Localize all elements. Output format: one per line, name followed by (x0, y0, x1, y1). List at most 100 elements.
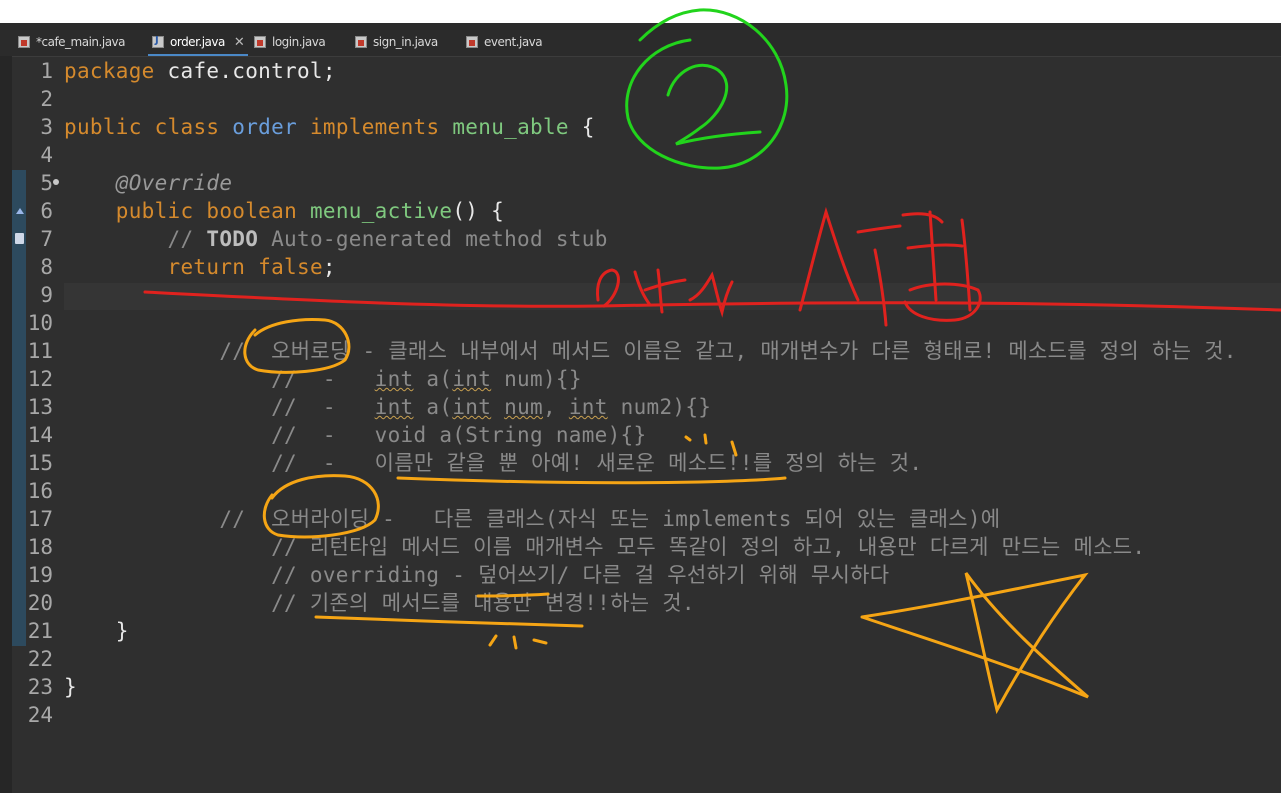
tab-event[interactable]: event.java (466, 32, 543, 52)
code-line[interactable]: 20 // 기존의 메서드를 내용만 변경!!하는 것. (26, 589, 1281, 617)
code-text: @Override (64, 169, 232, 197)
code-text: // TODO Auto-generated method stub (64, 225, 608, 253)
tab-sign-in[interactable]: sign_in.java (355, 32, 438, 52)
code-token: public (64, 115, 142, 139)
code-editor[interactable]: 1 package cafe.control; 2 3 public class ord… (26, 56, 1281, 793)
code-token: int (452, 395, 492, 419)
tab-cafe-main[interactable]: *cafe_main.java (18, 32, 126, 52)
code-text: // 오버로딩 - 클래스 내부에서 메서드 이름은 같고, 매개변수가 다른 … (64, 337, 1237, 365)
code-line[interactable]: 12 // - int a(int num){} (26, 365, 1281, 393)
line-number: 11 (27, 339, 53, 363)
code-text: public class order implements menu_able … (64, 113, 595, 141)
line-number: 19 (27, 563, 53, 587)
code-text: // - void a(String name){} (64, 421, 646, 449)
code-token: // - (271, 395, 375, 419)
code-line[interactable]: 15 // - 이름만 같을 뿐 아예! 새로운 메소드!!를 정의 하는 것. (26, 449, 1281, 477)
code-line[interactable]: 16 (26, 477, 1281, 505)
code-line[interactable]: 24 (26, 701, 1281, 729)
code-line[interactable]: 4 (26, 141, 1281, 169)
code-line[interactable]: 5 @Override (26, 169, 1281, 197)
code-line[interactable]: 23} (26, 673, 1281, 701)
code-token: return (167, 255, 246, 279)
code-token: a( (413, 367, 453, 391)
code-line[interactable]: 14 // - void a(String name){} (26, 421, 1281, 449)
code-line[interactable]: 9 (26, 281, 1281, 309)
code-line[interactable]: 21 } (26, 617, 1281, 645)
code-token: public (115, 199, 194, 223)
code-text: } (64, 673, 77, 701)
line-number: 23 (27, 675, 53, 699)
line-number: 5 (40, 171, 53, 195)
fold-collapse-icon[interactable] (53, 179, 59, 185)
line-number: 6 (40, 199, 53, 223)
code-line[interactable]: 3 public class order implements menu_able… (26, 113, 1281, 141)
line-number: 21 (27, 619, 53, 643)
line-number: 18 (27, 535, 53, 559)
code-token: } (64, 675, 77, 699)
line-number: 7 (40, 227, 53, 251)
code-token: int (374, 395, 414, 419)
code-line[interactable]: 17 // 오버라이딩 - 다른 클래스(자식 또는 implements 되어… (26, 505, 1281, 533)
code-token: // - void a(String name){} (271, 423, 647, 447)
code-text: return false; (64, 253, 336, 281)
close-icon[interactable]: ✕ (234, 35, 245, 50)
code-token: class (154, 115, 220, 139)
java-error-file-icon (355, 36, 367, 48)
tab-order[interactable]: order.java ✕ (152, 32, 245, 52)
java-error-file-icon (466, 36, 478, 48)
code-text: // - 이름만 같을 뿐 아예! 새로운 메소드!!를 정의 하는 것. (64, 449, 922, 477)
code-token: int (374, 367, 414, 391)
code-line[interactable]: 18 // 리턴타입 메서드 이름 매개변수 모두 똑같이 정의 하고, 내용만… (26, 533, 1281, 561)
code-line[interactable]: 1 package cafe.control; (26, 57, 1281, 85)
code-line[interactable]: 10 (26, 309, 1281, 337)
code-line[interactable]: 19 // overriding - 덮어쓰기/ 다른 걸 우선하기 위해 무시… (26, 561, 1281, 589)
tab-label: sign_in.java (373, 35, 438, 49)
code-token: () { (452, 199, 505, 223)
java-error-file-icon (254, 36, 266, 48)
code-text: public boolean menu_active() { (64, 197, 504, 225)
line-number: 3 (40, 115, 53, 139)
code-text: package cafe.control; (64, 57, 336, 85)
code-token: , (542, 395, 569, 419)
line-number: 13 (27, 395, 53, 419)
code-line[interactable]: 7 // TODO Auto-generated method stub (26, 225, 1281, 253)
line-number: 14 (27, 423, 53, 447)
code-token: // 오버로딩 - 클래스 내부에서 메서드 이름은 같고, 매개변수가 다른 … (219, 339, 1237, 363)
task-marker-icon[interactable] (15, 233, 24, 244)
code-token: cafe.control; (154, 59, 336, 83)
java-file-icon (152, 35, 164, 48)
code-line[interactable]: 22 (26, 645, 1281, 673)
code-line[interactable]: 8 return false; (26, 253, 1281, 281)
code-text: } (64, 617, 129, 645)
line-number: 17 (27, 507, 53, 531)
tab-login[interactable]: login.java (254, 32, 326, 52)
code-token: num2){} (607, 395, 712, 419)
line-number: 20 (27, 591, 53, 615)
tab-label: login.java (272, 35, 326, 49)
code-line[interactable]: 2 (26, 85, 1281, 113)
code-line[interactable]: 6 public boolean menu_active() { (26, 197, 1281, 225)
code-text: // - int a(int num, int num2){} (64, 393, 711, 421)
code-line[interactable]: 13 // - int a(int num, int num2){} (26, 393, 1281, 421)
code-token: { (568, 115, 595, 139)
code-text: // 기존의 메서드를 내용만 변경!!하는 것. (64, 589, 695, 617)
tab-label: order.java (170, 35, 225, 49)
code-line[interactable]: 11 // 오버로딩 - 클래스 내부에서 메서드 이름은 같고, 매개변수가 … (26, 337, 1281, 365)
override-marker-icon[interactable] (16, 208, 24, 214)
code-text: // overriding - 덮어쓰기/ 다른 걸 우선하기 위해 무시하다 (64, 561, 889, 589)
code-token: Auto-generated method stub (258, 227, 608, 251)
